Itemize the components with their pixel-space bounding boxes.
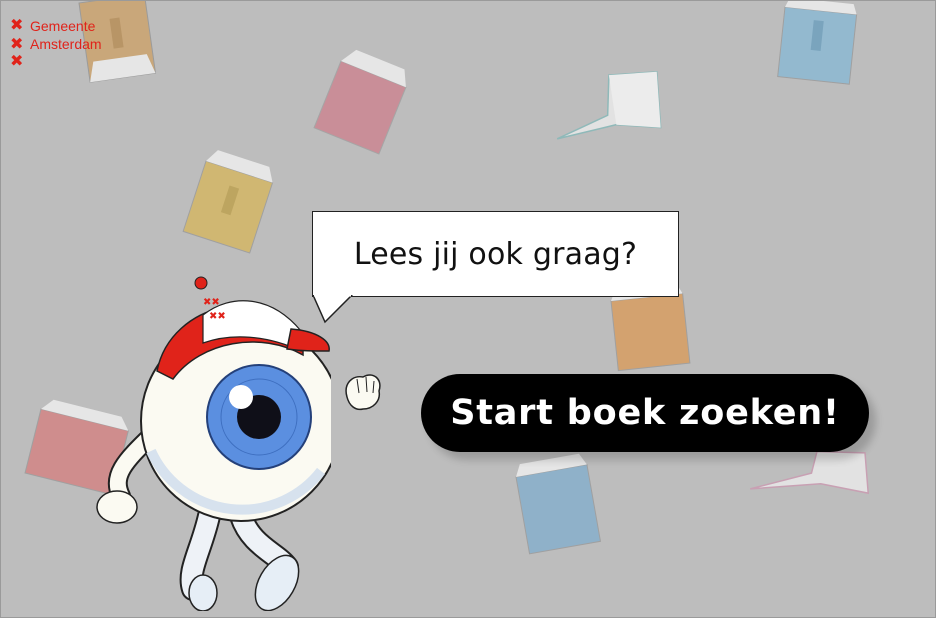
- book-icon: [182, 150, 274, 254]
- landing-screen: ✖ ✖ ✖ Gemeente Amsterdam Lees jij ook gr…: [0, 0, 936, 618]
- book-icon: [313, 49, 407, 155]
- eye-mascot: ✖✖ ✖✖: [96, 276, 331, 611]
- book-icon: [515, 453, 602, 555]
- book-icon: [750, 450, 870, 495]
- speech-bubble: Lees jij ook graag?: [312, 211, 679, 297]
- cross-icon: ✖: [10, 51, 24, 70]
- book-icon: [777, 1, 858, 85]
- start-search-button[interactable]: Start boek zoeken!: [421, 374, 869, 452]
- logo-line-amsterdam: Amsterdam: [30, 36, 102, 52]
- svg-text:✖✖: ✖✖: [203, 297, 220, 308]
- speech-bubble-text: Lees jij ook graag?: [353, 236, 638, 272]
- fist-icon: [345, 374, 381, 411]
- cross-icon: ✖: [10, 34, 24, 53]
- cross-icon: ✖: [10, 15, 24, 34]
- book-icon: [556, 70, 662, 140]
- logo-line-gemeente: Gemeente: [30, 18, 96, 34]
- svg-text:✖✖: ✖✖: [209, 311, 226, 322]
